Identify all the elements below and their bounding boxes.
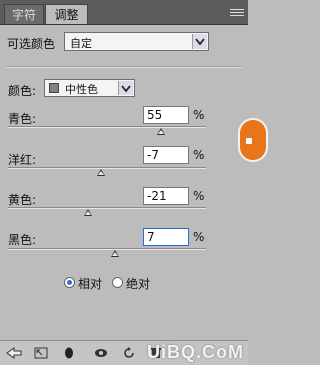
black-label: 黑色: [8,233,37,247]
layer-mask-icon[interactable] [64,347,74,359]
yellow-input[interactable]: -21 [143,187,189,205]
cyan-slider-track[interactable] [8,126,206,128]
chevron-down-icon [118,81,133,95]
side-float-button[interactable] [238,118,268,162]
preset-dropdown[interactable]: 自定 [64,32,209,51]
chevron-down-icon [192,34,207,49]
magenta-slider-thumb[interactable] [97,169,105,176]
yellow-label: 黄色: [8,193,37,207]
yellow-slider-track[interactable] [8,207,206,209]
cyan-input[interactable]: 55 [143,106,189,124]
cyan-label: 青色: [8,112,37,126]
tab-adjustments[interactable]: 调整 [45,4,88,24]
relative-radio[interactable] [64,277,75,288]
magenta-slider-track[interactable] [8,167,206,169]
reset-icon[interactable] [122,347,136,359]
adjustment-type-label: 可选颜色 [7,37,56,51]
colors-value: 中性色 [65,83,98,96]
black-input[interactable]: 7 [143,228,189,246]
black-percent: % [193,230,205,244]
site-watermark: UiBQ.CoM [147,342,244,362]
back-arrow-icon[interactable] [6,347,22,359]
magenta-label: 洋红: [8,153,37,167]
cyan-slider-thumb[interactable] [157,128,165,135]
expand-icon[interactable] [34,347,48,359]
black-slider-track[interactable] [8,248,206,250]
colors-label: 颜色: [8,84,37,98]
separator [6,66,242,68]
magenta-percent: % [193,148,205,162]
absolute-radio[interactable] [112,277,123,288]
panel-menu-icon[interactable] [230,7,244,19]
yellow-percent: % [193,189,205,203]
color-swatch [49,83,59,93]
colors-dropdown[interactable]: 中性色 [44,79,135,97]
magenta-input[interactable]: -7 [143,146,189,164]
black-slider-thumb[interactable] [111,250,119,257]
relative-label[interactable]: 相对 [78,275,102,292]
visibility-icon[interactable] [94,347,108,359]
cyan-percent: % [193,108,205,122]
absolute-label[interactable]: 绝对 [126,275,150,292]
yellow-slider-thumb[interactable] [84,209,92,216]
preset-value: 自定 [70,37,92,50]
tab-character[interactable]: 字符 [4,4,44,24]
